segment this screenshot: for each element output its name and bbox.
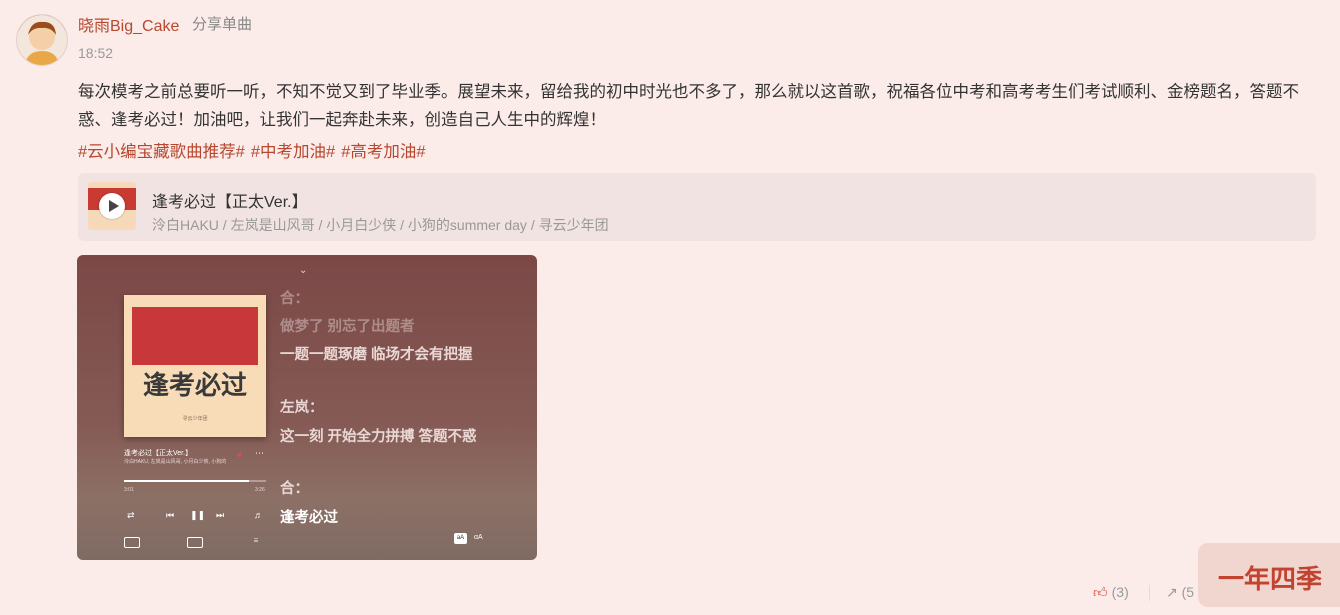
lyric-line: 这一刻 开始全力拼搏 答题不惑 [280,429,477,445]
username[interactable]: 晓雨Big_Cake [78,12,179,36]
album-art-band [132,307,258,365]
player-time-total: 3:26 [255,487,265,493]
like-button[interactable]: 👍︎ (3) [1093,584,1129,601]
share-icon: ↗ [1166,584,1178,600]
song-artists[interactable]: 泠白HAKU / 左岚是山风哥 / 小月白少侠 / 小狗的summer day … [152,215,609,235]
song-title[interactable]: 逢考必过【正太Ver.】 [152,188,308,212]
volume-icon: ♬ [254,510,263,520]
post-body: 每次模考之前总要听一听，不知不觉又到了毕业季。展望未来，留给我的初中时光也不多了… [78,83,1299,129]
share-count: (5 [1181,584,1195,600]
share-action-label: 分享单曲 [192,16,253,33]
next-icon: ⏭ [216,510,225,520]
hashtag-link[interactable]: #云小编宝藏歌曲推荐# [78,143,245,161]
player-song-title: 逢考必过【正太Ver.】 [124,450,193,457]
loop-icon [187,537,203,548]
heart-icon: ♥ [237,450,243,460]
post-text: 每次模考之前总要听一听，不知不觉又到了毕业季。展望未来，留给我的初中时光也不多了… [78,78,1303,134]
lyric-line: 合： [280,481,309,497]
font-size-icon: αA [474,534,483,541]
previous-icon: ⏮ [166,510,175,520]
like-count: (3) [1111,584,1129,600]
player-progress-fill [124,480,249,482]
pause-icon: ❚❚ [190,510,206,520]
avatar[interactable] [16,14,68,66]
player-song-artists: 泠白HAKU, 左岚是山风哥, 小月白少侠, 小狗的 [124,459,227,465]
hashtag-list: #云小编宝藏歌曲推荐# #中考加油# #高考加油# [78,138,432,166]
song-card[interactable]: 逢考必过【正太Ver.】 泠白HAKU / 左岚是山风哥 / 小月白少侠 / 小… [78,173,1316,241]
post-timestamp[interactable]: 18:52 [78,45,113,61]
lyric-line: 一题一题琢磨 临场才会有把握 [280,347,473,363]
player-album-art: 逢考必过 寻云少年团 [124,295,266,437]
device-icon [124,537,140,548]
attached-image[interactable]: ⌄ 逢考必过 寻云少年团 逢考必过【正太Ver.】 泠白HAKU, 左岚是山风哥… [77,255,537,560]
thumbs-up-icon: 👍︎ [1093,584,1108,600]
lyric-line: 合： [280,291,309,307]
shuffle-icon: ⇄ [127,510,135,520]
play-icon[interactable] [99,193,125,219]
album-art-title: 逢考必过 [142,371,247,401]
hashtag-link[interactable]: #中考加油# [251,143,335,161]
lyric-line-current: 逢考必过 [280,510,338,526]
song-cover[interactable] [88,182,136,230]
hashtag-link[interactable]: #高考加油# [341,143,425,161]
more-icon: ⋯ [255,448,264,458]
share-button[interactable]: ↗ (5 [1166,584,1194,601]
player-time-elapsed: 3:01 [124,487,134,493]
lyric-line: 左岚： [280,400,324,416]
lyric-line: 做梦了 别忘了出题者 [280,319,415,335]
watermark-badge: 一年四季 [1198,543,1340,607]
watermark-text: 一年四季 [1218,564,1323,594]
playlist-icon: ☰ [253,538,259,544]
chevron-down-icon: ⌄ [299,265,308,276]
divider [1149,585,1150,601]
album-art-artist: 寻云少年团 [182,416,208,422]
translate-icon: aA [454,533,467,544]
player-progress-bar [124,480,266,482]
event-post: 晓雨Big_Cake 分享单曲 18:52 每次模考之前总要听一听，不知不觉又到… [0,0,1340,615]
